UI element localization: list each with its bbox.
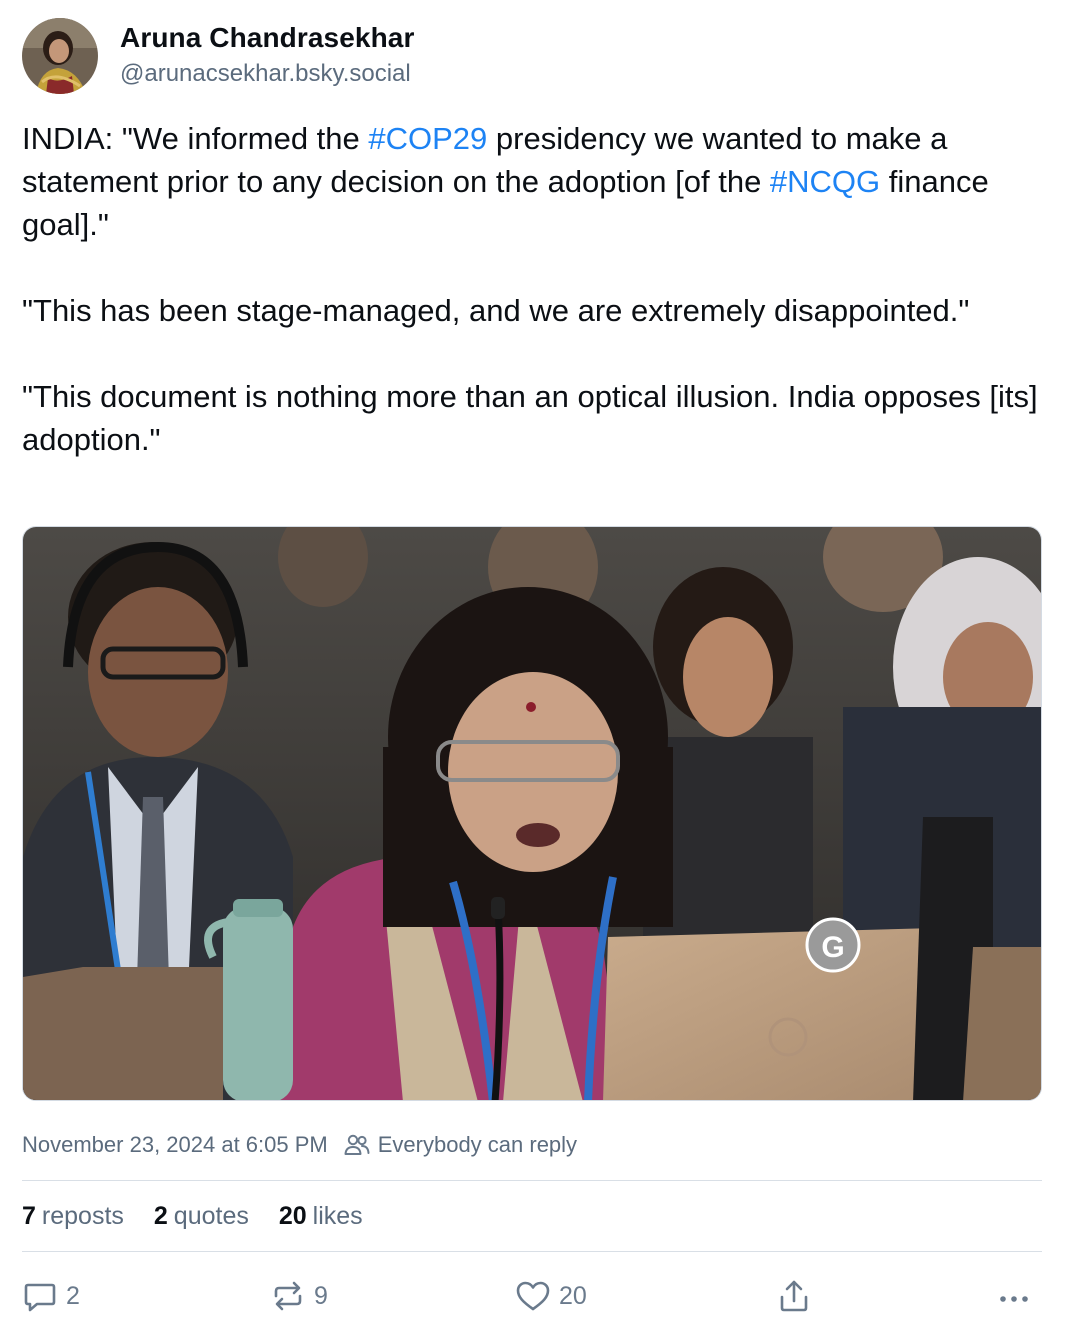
avatar-photo <box>22 18 98 94</box>
repost-button[interactable]: 9 <box>270 1274 328 1318</box>
more-dots-icon <box>1000 1296 1028 1302</box>
post-actions: 2 9 20 <box>0 1274 1066 1318</box>
heart-icon <box>516 1281 550 1311</box>
post-paragraph-1: INDIA: "We informed the #COP29 presidenc… <box>22 117 1047 246</box>
post-timestamp[interactable]: November 23, 2024 at 6:05 PM <box>22 1132 328 1158</box>
quotes-count: 2 <box>153 1201 168 1230</box>
author-avatar[interactable] <box>22 18 98 94</box>
author-handle[interactable]: @arunacsekhar.bsky.social <box>120 60 411 88</box>
post-text: INDIA: "We informed the #COP29 presidenc… <box>22 117 1047 461</box>
quotes-label: quotes <box>173 1201 249 1230</box>
post-paragraph-2: "This has been stage-managed, and we are… <box>22 293 970 328</box>
post-paragraph-3: "This document is nothing more than an o… <box>22 379 1038 457</box>
conference-photo: G <box>23 527 1041 1100</box>
reply-button[interactable]: 2 <box>22 1274 80 1318</box>
likes-count: 20 <box>278 1201 307 1230</box>
hashtag-ncqg-link[interactable]: #NCQG <box>770 164 880 199</box>
share-button[interactable] <box>776 1274 812 1318</box>
text-segment: INDIA: "We informed the <box>22 121 369 156</box>
engagement-stats: 7 reposts 2 quotes 20 likes <box>22 1197 393 1235</box>
reposts-stat[interactable]: 7 reposts <box>22 1202 124 1231</box>
people-icon <box>344 1134 370 1155</box>
likes-label: likes <box>312 1201 363 1230</box>
reply-setting[interactable]: Everybody can reply <box>344 1132 577 1158</box>
reposts-count: 7 <box>22 1201 36 1230</box>
divider <box>22 1180 1042 1181</box>
reply-setting-label: Everybody can reply <box>377 1132 578 1157</box>
post-meta: November 23, 2024 at 6:05 PM Everybody c… <box>22 1129 577 1161</box>
quotes-stat[interactable]: 2 quotes <box>154 1202 249 1231</box>
author-display-name[interactable]: Aruna Chandrasekhar <box>120 22 414 54</box>
reply-count: 2 <box>66 1281 80 1310</box>
reposts-label: reposts <box>41 1201 124 1230</box>
divider <box>22 1251 1042 1252</box>
repost-count: 9 <box>314 1281 328 1310</box>
like-count: 20 <box>559 1281 587 1310</box>
hashtag-cop29-link[interactable]: #COP29 <box>368 121 487 156</box>
more-options-button[interactable] <box>996 1274 1032 1318</box>
post-thread-view: Aruna Chandrasekhar @arunacsekhar.bsky.s… <box>0 0 1066 1336</box>
reply-icon <box>24 1283 56 1312</box>
likes-stat[interactable]: 20 likes <box>279 1202 363 1231</box>
share-icon <box>780 1280 808 1312</box>
image-overlay-letter: G <box>821 931 844 964</box>
repost-icon <box>274 1281 302 1311</box>
like-button[interactable]: 20 <box>515 1274 587 1318</box>
post-image[interactable]: G <box>22 526 1042 1101</box>
